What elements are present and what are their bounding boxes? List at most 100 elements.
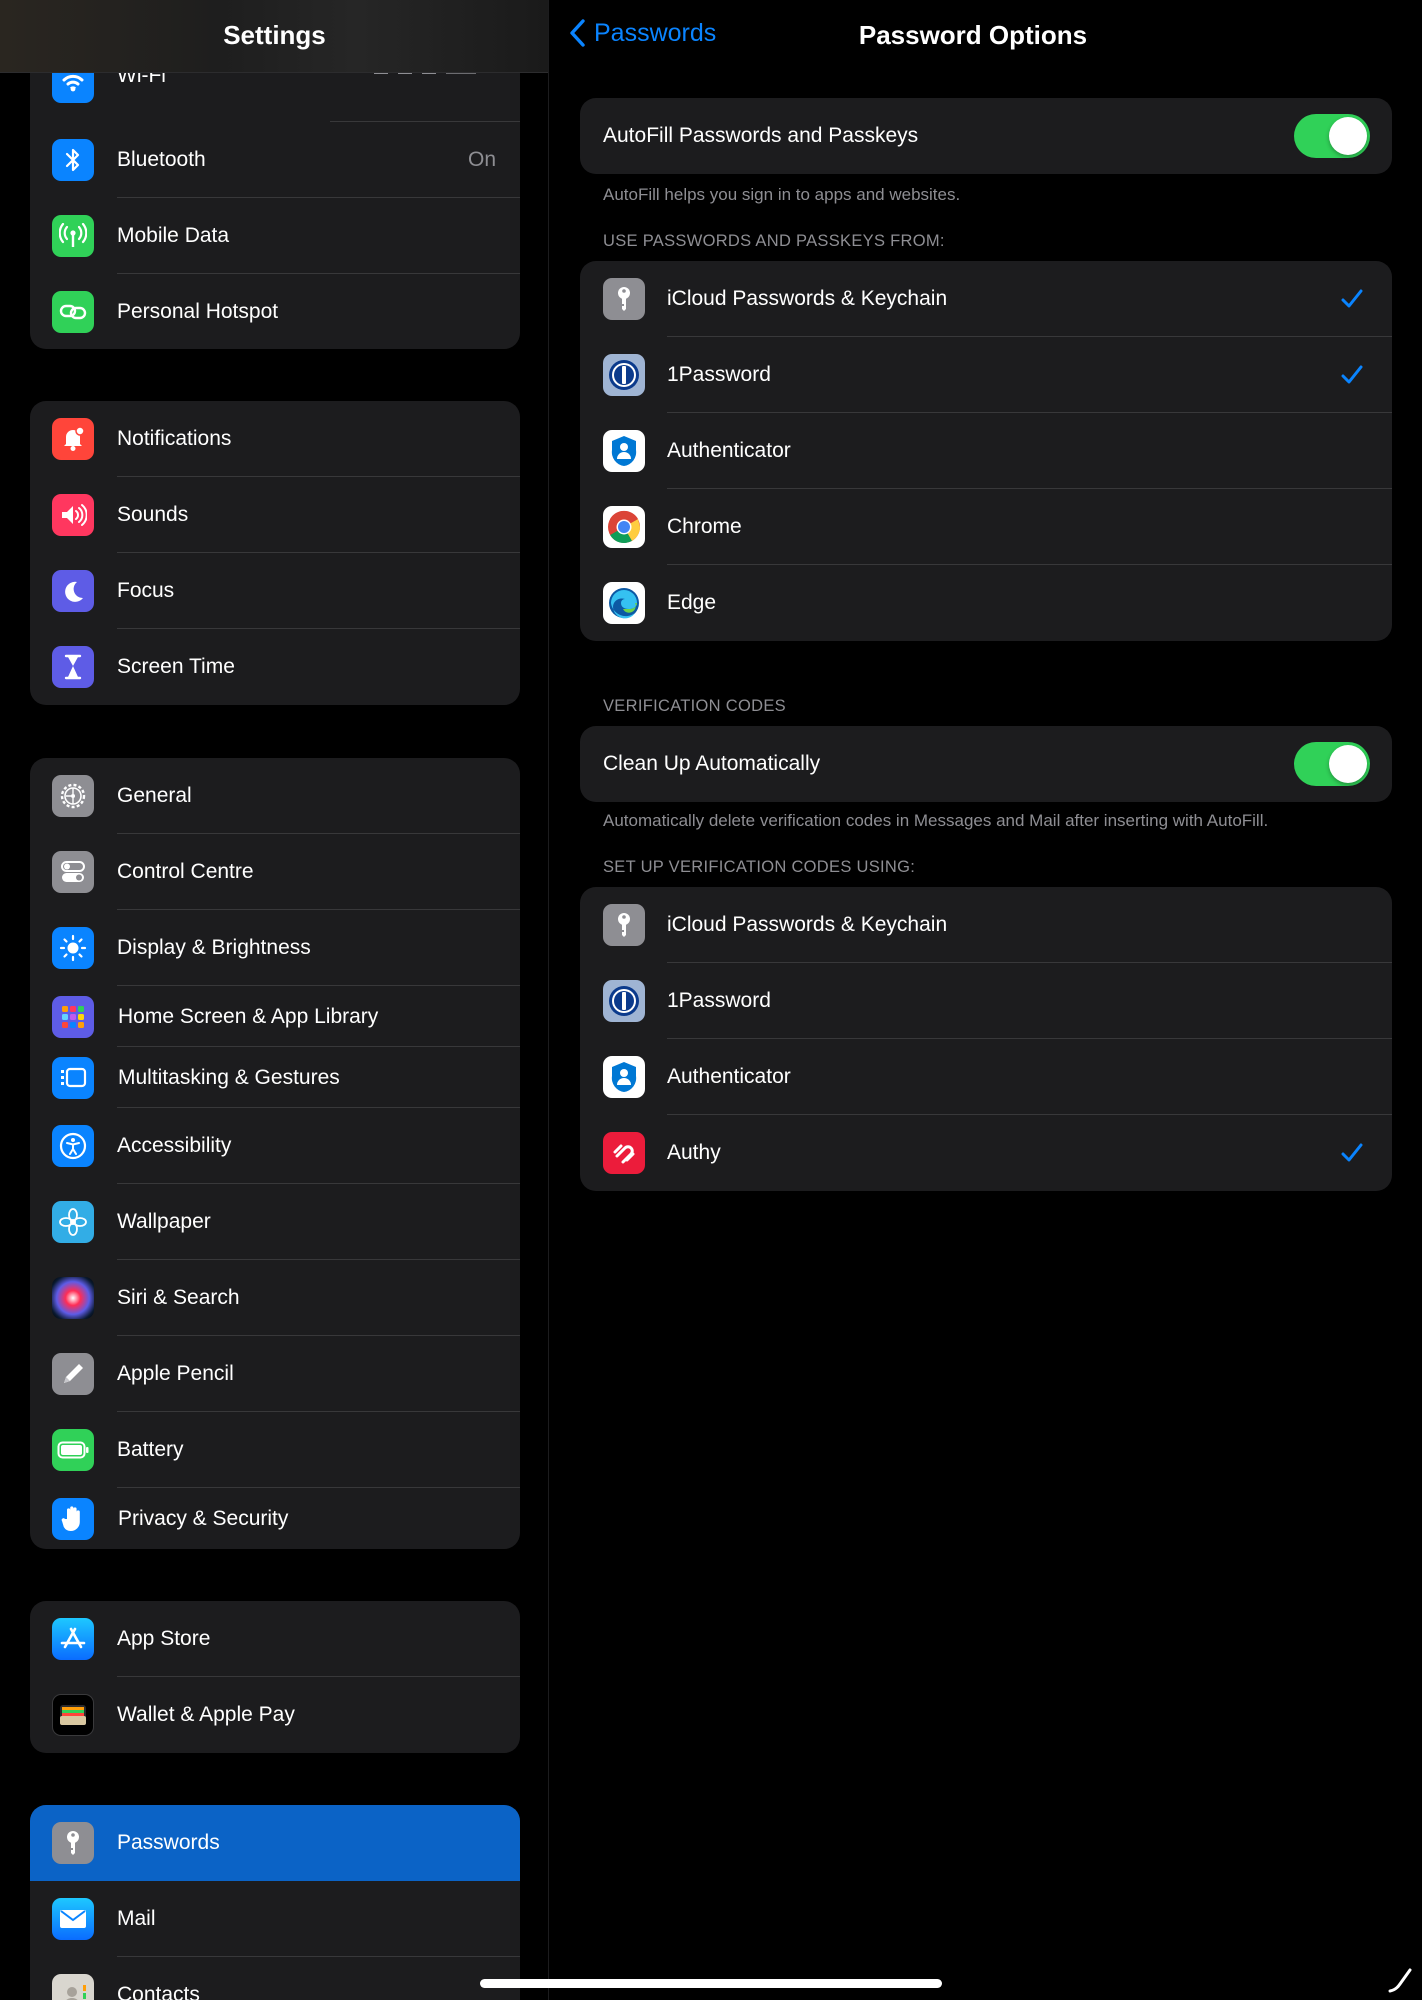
autofill-label: AutoFill Passwords and Passkeys [603, 124, 919, 147]
setup-row-authy[interactable]: Authy [580, 1115, 1392, 1191]
provider-label: Authenticator [667, 439, 791, 462]
keychain-icon [603, 904, 645, 946]
pencil-hover-icon [1388, 1968, 1412, 1993]
provider-row-edge[interactable]: Edge [580, 565, 1392, 641]
contacts-icon [52, 1974, 94, 2000]
verification-section-header: VERIFICATION CODES [603, 697, 786, 715]
sidebar-item-label: Sounds [117, 503, 189, 526]
sidebar-item-siri-search[interactable]: Siri & Search [30, 1260, 520, 1336]
sun-icon [52, 927, 94, 969]
moon-icon [52, 570, 94, 612]
bell-icon [52, 418, 94, 460]
setup-row-authenticator[interactable]: Authenticator [580, 1039, 1392, 1115]
sidebar-item-sounds[interactable]: Sounds [30, 477, 520, 553]
sidebar-item-notifications[interactable]: Notifications [30, 401, 520, 477]
antenna-icon [52, 215, 94, 257]
setup-row-1password[interactable]: 1Password [580, 963, 1392, 1039]
sidebar-item-wallet[interactable]: Wallet & Apple Pay [30, 1677, 520, 1753]
cleanup-toggle[interactable] [1294, 742, 1370, 786]
sidebar-item-control-centre[interactable]: Control Centre [30, 834, 520, 910]
cleanup-row: Clean Up Automatically [580, 726, 1392, 802]
provider-label: Edge [667, 591, 717, 614]
multitasking-icon [52, 1057, 94, 1099]
sidebar-item-label: Siri & Search [117, 1286, 240, 1309]
accessibility-icon [52, 1125, 94, 1167]
provider-row-chrome[interactable]: Chrome [580, 489, 1392, 565]
siri-icon [52, 1277, 94, 1319]
checkmark-icon [1341, 1143, 1363, 1162]
home-indicator[interactable] [480, 1979, 942, 1988]
sidebar-item-mail[interactable]: Mail [30, 1881, 520, 1957]
connectivity-group: Wi-Fi Bluetooth On Mobile Data Personal … [30, 46, 520, 349]
sidebar-item-label: Display & Brightness [117, 936, 311, 959]
sidebar-item-apple-pencil[interactable]: Apple Pencil [30, 1336, 520, 1412]
setup-row-icloud[interactable]: iCloud Passwords & Keychain [580, 887, 1392, 963]
sidebar-item-label: Accessibility [117, 1134, 232, 1157]
sidebar-item-multitasking[interactable]: Multitasking & Gestures [30, 1047, 520, 1108]
sidebar-item-bluetooth[interactable]: Bluetooth On [30, 122, 520, 198]
key-icon [52, 1822, 94, 1864]
flower-icon [52, 1201, 94, 1243]
app-grid-icon [52, 996, 94, 1038]
battery-icon [52, 1429, 94, 1471]
hourglass-icon [52, 646, 94, 688]
passwords-section-header: USE PASSWORDS AND PASSKEYS FROM: [603, 232, 945, 250]
password-options-pane: Passwords Password Options AutoFill Pass… [550, 0, 1422, 2000]
apps-group: Passwords Mail Contacts [30, 1805, 520, 2000]
verification-providers-list: iCloud Passwords & Keychain 1Password Au… [580, 887, 1392, 1191]
authy-icon [603, 1132, 645, 1174]
sidebar-item-privacy-security[interactable]: Privacy & Security [30, 1488, 520, 1549]
sidebar-item-app-store[interactable]: App Store [30, 1601, 520, 1677]
notifications-group: Notifications Sounds Focus Screen Time [30, 401, 520, 705]
sidebar-item-label: Passwords [117, 1831, 220, 1854]
provider-label: Authenticator [667, 1065, 791, 1088]
sidebar-item-label: Wallpaper [117, 1210, 211, 1233]
sidebar-item-label: Control Centre [117, 860, 254, 883]
sidebar-item-accessibility[interactable]: Accessibility [30, 1108, 520, 1184]
autofill-toggle[interactable] [1294, 114, 1370, 158]
sidebar-item-label: Multitasking & Gestures [118, 1066, 340, 1089]
keychain-icon [603, 278, 645, 320]
sidebar-item-label: Apple Pencil [117, 1362, 234, 1385]
sidebar-item-screen-time[interactable]: Screen Time [30, 629, 520, 705]
sidebar-item-general[interactable]: General [30, 758, 520, 834]
sidebar-item-passwords[interactable]: Passwords [30, 1805, 520, 1881]
sidebar-item-label: Notifications [117, 427, 232, 450]
cleanup-label: Clean Up Automatically [603, 752, 821, 775]
sidebar-item-label: App Store [117, 1627, 211, 1650]
onepassword-icon [603, 980, 645, 1022]
sidebar-item-label: Privacy & Security [118, 1507, 289, 1530]
hotspot-link-icon [52, 291, 94, 333]
sidebar-item-mobile-data[interactable]: Mobile Data [30, 198, 520, 274]
authenticator-icon [603, 430, 645, 472]
sidebar-item-personal-hotspot[interactable]: Personal Hotspot [30, 274, 520, 349]
sidebar-item-label: Screen Time [117, 655, 235, 678]
sidebar-item-label: Bluetooth [117, 148, 206, 171]
autofill-footnote: AutoFill helps you sign in to apps and w… [603, 185, 961, 204]
sidebar-item-contacts[interactable]: Contacts [30, 1957, 520, 2000]
sidebar-title: Settings [223, 20, 326, 50]
chrome-icon [603, 506, 645, 548]
sidebar-item-focus[interactable]: Focus [30, 553, 520, 629]
sidebar-item-label: Wallet & Apple Pay [117, 1703, 295, 1726]
general-group: General Control Centre Display & Brightn… [30, 758, 520, 1549]
provider-label: iCloud Passwords & Keychain [667, 913, 948, 936]
autofill-row: AutoFill Passwords and Passkeys [580, 98, 1392, 174]
cleanup-footnote: Automatically delete verification codes … [603, 811, 1269, 830]
sidebar-item-label: General [117, 784, 192, 807]
sidebar-item-label: Personal Hotspot [117, 300, 279, 323]
setup-section-header: SET UP VERIFICATION CODES USING: [603, 858, 916, 876]
provider-row-1password[interactable]: 1Password [580, 337, 1392, 413]
sidebar-item-battery[interactable]: Battery [30, 1412, 520, 1488]
provider-label: 1Password [667, 989, 771, 1012]
cleanup-card: Clean Up Automatically [580, 726, 1392, 802]
provider-row-icloud[interactable]: iCloud Passwords & Keychain [580, 261, 1392, 337]
sidebar-item-wallpaper[interactable]: Wallpaper [30, 1184, 520, 1260]
switches-icon [52, 851, 94, 893]
checkmark-icon [1341, 289, 1363, 308]
provider-row-authenticator[interactable]: Authenticator [580, 413, 1392, 489]
sidebar-item-label: Mail [117, 1907, 156, 1930]
sidebar-item-home-screen[interactable]: Home Screen & App Library [30, 986, 520, 1047]
sidebar-item-display-brightness[interactable]: Display & Brightness [30, 910, 520, 986]
gear-icon [52, 775, 94, 817]
